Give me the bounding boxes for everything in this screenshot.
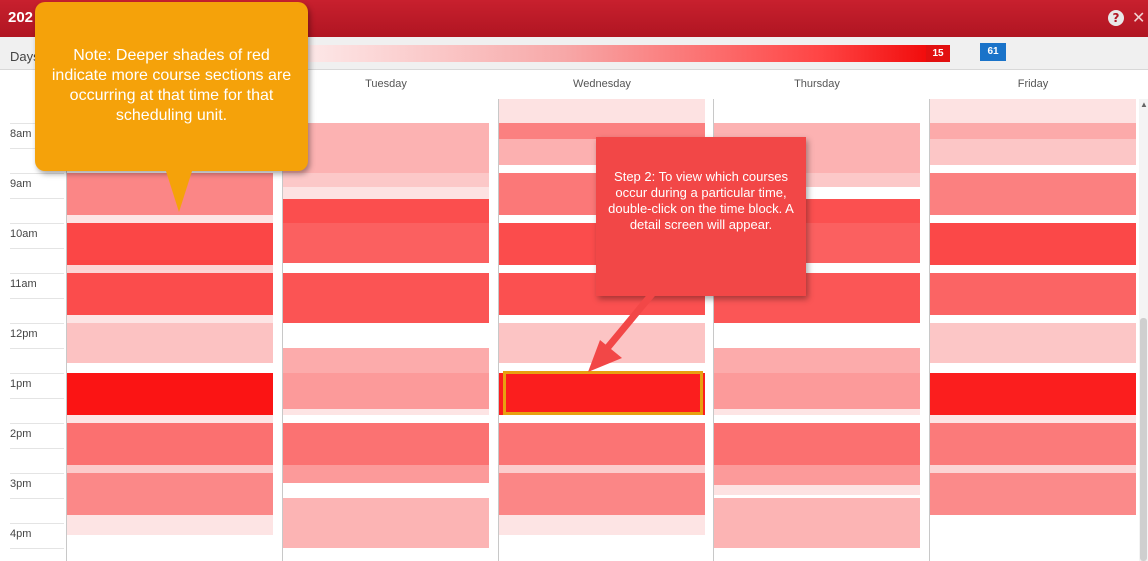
hour-gridline [10, 223, 64, 224]
time-block[interactable] [283, 423, 489, 465]
time-block[interactable] [283, 373, 489, 409]
time-block[interactable] [67, 315, 273, 323]
total-count-badge: 61 [980, 43, 1006, 61]
time-block[interactable] [67, 515, 273, 535]
hour-label: 12pm [10, 328, 38, 340]
hour-gridline [10, 523, 64, 524]
day-header-thursday: Thursday [794, 78, 840, 90]
step-arrow-icon [588, 290, 656, 372]
day-column-tuesday [283, 99, 489, 561]
time-block[interactable] [283, 199, 489, 223]
hour-label: 1pm [10, 378, 32, 390]
time-block[interactable] [283, 273, 489, 323]
time-block[interactable] [930, 273, 1136, 315]
time-block[interactable] [714, 409, 920, 415]
time-block[interactable] [714, 423, 920, 465]
note-text: Note: Deeper shades of red indicate more… [51, 47, 292, 124]
time-block[interactable] [283, 409, 489, 415]
step-text: Step 2: To view which courses occur duri… [608, 169, 794, 232]
time-block[interactable] [930, 373, 1136, 415]
time-block[interactable] [930, 323, 1136, 363]
time-block[interactable] [930, 473, 1136, 515]
hour-gridline [10, 548, 64, 549]
time-block[interactable] [714, 465, 920, 485]
time-block[interactable] [714, 498, 920, 548]
hour-label: 4pm [10, 528, 32, 540]
close-icon[interactable]: ✕ [1132, 8, 1145, 27]
time-block[interactable] [283, 223, 489, 263]
time-block[interactable] [67, 265, 273, 273]
day-header-friday: Friday [1017, 78, 1049, 90]
hour-gridline [10, 498, 64, 499]
time-block[interactable] [67, 415, 273, 423]
hour-label: 10am [10, 228, 38, 240]
time-block[interactable] [67, 215, 273, 223]
day-column-friday [930, 99, 1136, 561]
hour-gridline [10, 423, 64, 424]
time-block[interactable] [499, 515, 705, 535]
scroll-up-arrow-icon[interactable]: ▲ [1140, 100, 1148, 109]
time-block[interactable] [283, 123, 489, 173]
hour-gridline [10, 473, 64, 474]
time-block[interactable] [283, 173, 489, 187]
time-block[interactable] [67, 473, 273, 515]
hour-gridline [10, 373, 64, 374]
time-block[interactable] [67, 373, 273, 415]
time-block[interactable] [499, 465, 705, 473]
time-block[interactable] [930, 139, 1136, 165]
time-block[interactable] [930, 173, 1136, 215]
time-block[interactable] [714, 485, 920, 495]
hour-label: 9am [10, 178, 32, 190]
time-block[interactable] [283, 498, 489, 548]
step-callout: Step 2: To view which courses occur duri… [596, 137, 806, 296]
help-icon[interactable]: ? [1108, 10, 1124, 26]
time-block[interactable] [499, 423, 705, 465]
schedule-window: 202 ? ✕ Days 15 61 Tuesday Wednesday Thu… [0, 0, 1148, 561]
hour-gridline [10, 298, 64, 299]
day-header-tuesday: Tuesday [365, 78, 407, 90]
time-block[interactable] [67, 323, 273, 363]
time-block[interactable] [930, 123, 1136, 139]
time-block[interactable] [714, 373, 920, 409]
hour-gridline [10, 323, 64, 324]
time-block[interactable] [930, 99, 1136, 123]
max-count-badge: 15 [926, 45, 950, 62]
time-block[interactable] [930, 415, 1136, 423]
hour-gridline [10, 248, 64, 249]
hour-gridline [10, 398, 64, 399]
time-block[interactable] [67, 423, 273, 465]
scrollbar-thumb[interactable] [1140, 318, 1147, 561]
note-callout: Note: Deeper shades of red indicate more… [35, 2, 308, 171]
hour-gridline [10, 173, 64, 174]
time-block[interactable] [930, 423, 1136, 465]
hour-gridline [10, 198, 64, 199]
time-block[interactable] [930, 465, 1136, 473]
time-block[interactable] [67, 273, 273, 315]
hour-label: 8am [10, 128, 32, 140]
time-block[interactable] [714, 348, 920, 373]
day-header-wednesday: Wednesday [573, 78, 631, 90]
hour-label: 3pm [10, 478, 32, 490]
hour-gridline [10, 348, 64, 349]
time-block[interactable] [283, 187, 489, 199]
time-block[interactable] [499, 99, 705, 123]
time-block[interactable] [499, 473, 705, 515]
hour-gridline [10, 273, 64, 274]
time-block[interactable] [283, 348, 489, 373]
window-title: 202 [8, 9, 34, 26]
time-block[interactable] [930, 223, 1136, 265]
hour-label: 2pm [10, 428, 32, 440]
time-block[interactable] [67, 223, 273, 265]
density-legend-bar [306, 45, 950, 62]
hour-gridline [10, 448, 64, 449]
time-block[interactable] [67, 465, 273, 473]
hour-label: 11am [10, 278, 37, 290]
note-callout-pointer [165, 168, 193, 212]
time-block[interactable] [283, 465, 489, 483]
